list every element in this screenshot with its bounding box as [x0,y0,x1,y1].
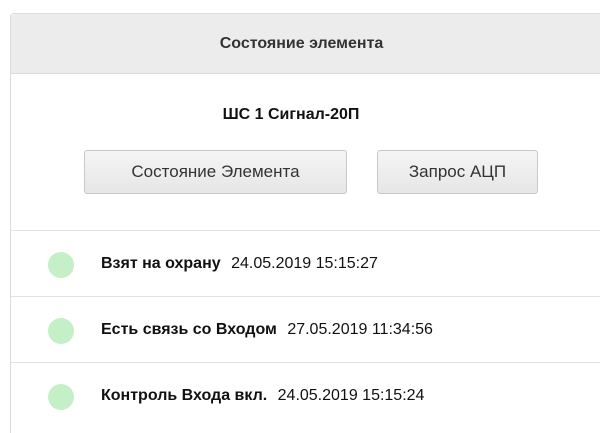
adc-request-button[interactable]: Запрос АЦП [377,150,538,194]
status-indicator-icon [48,318,74,344]
status-item: Есть связь со Входом 27.05.2019 11:34:56 [11,297,600,363]
status-item: Контроль Входа вкл. 24.05.2019 15:15:24 [11,363,600,429]
status-text: Есть связь со Входом 27.05.2019 11:34:56 [101,321,433,339]
panel-header: Состояние элемента [11,14,600,74]
element-state-panel: Состояние элемента ШС 1 Сигнал-20П Состо… [10,13,600,433]
status-text: Контроль Входа вкл. 24.05.2019 15:15:24 [101,387,424,405]
device-name: ШС 1 Сигнал-20П [222,106,360,123]
status-event: Взят на охрану [101,255,221,272]
status-event: Есть связь со Входом [101,321,277,338]
status-text: Взят на охрану 24.05.2019 15:15:27 [101,255,378,273]
status-indicator-icon [48,384,74,410]
status-indicator-icon [48,252,74,278]
status-item: Взят на охрану 24.05.2019 15:15:27 [11,231,600,297]
status-list: Взят на охрану 24.05.2019 15:15:27 Есть … [11,231,600,429]
status-timestamp: 27.05.2019 11:34:56 [287,321,433,338]
element-state-button[interactable]: Состояние Элемента [84,150,347,194]
status-timestamp: 24.05.2019 15:15:27 [231,255,378,272]
panel-title: Состояние элемента [219,34,384,52]
status-event: Контроль Входа вкл. [101,387,268,404]
status-timestamp: 24.05.2019 15:15:24 [277,387,425,404]
